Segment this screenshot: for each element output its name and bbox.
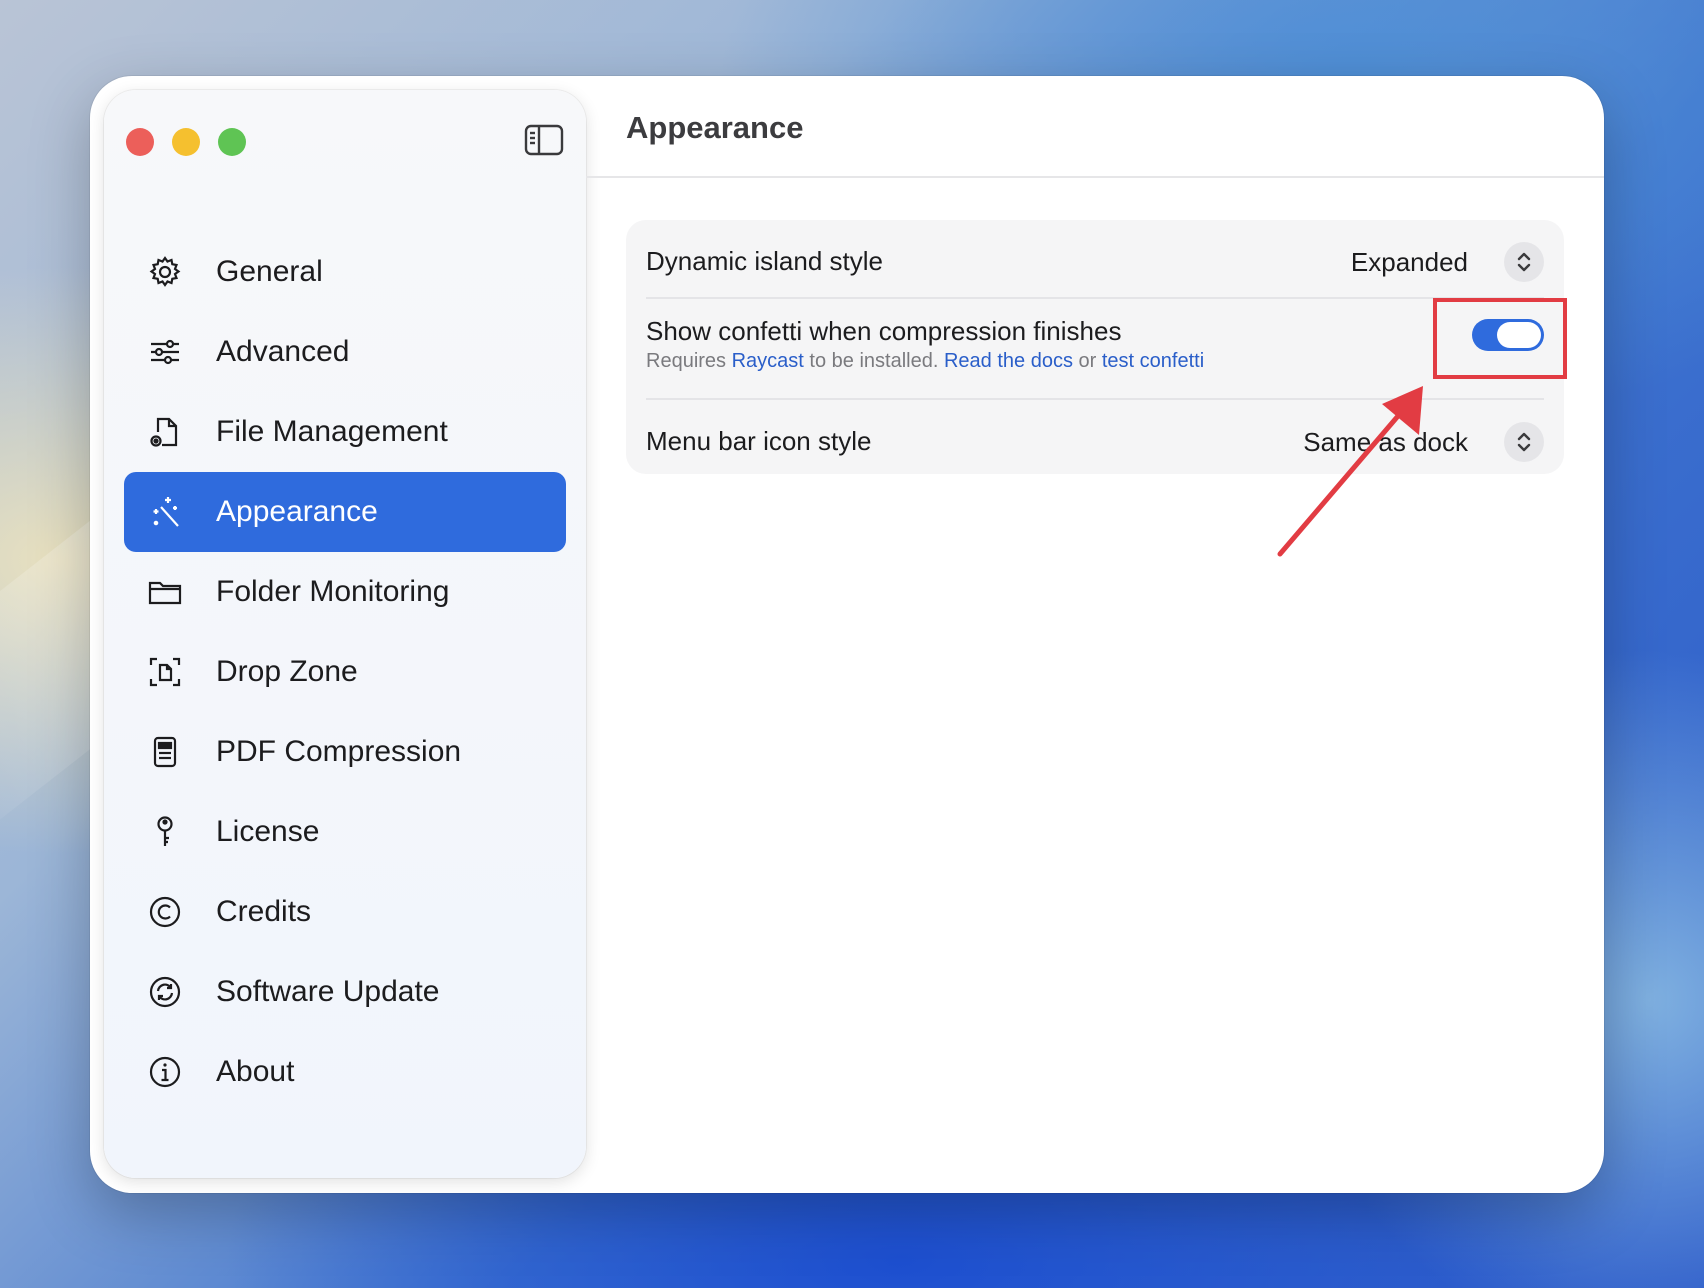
sidebar-item-file-management[interactable]: File Management <box>124 392 566 472</box>
folder-icon <box>148 575 182 609</box>
title-bar: Appearance <box>586 76 1604 178</box>
key-icon <box>148 815 182 849</box>
sidebar-item-pdf-compression[interactable]: PDF Compression <box>124 712 566 792</box>
sidebar-item-credits[interactable]: Credits <box>124 872 566 952</box>
chevron-up-down-icon[interactable] <box>1504 422 1544 462</box>
confetti-row: Show confetti when compression finishes … <box>646 316 1544 380</box>
settings-window: General Advanced File Management Appeara… <box>90 76 1604 1193</box>
sidebar-item-advanced[interactable]: Advanced <box>124 312 566 392</box>
menu-bar-icon-style-label: Menu bar icon style <box>646 426 872 456</box>
dynamic-island-style-value[interactable]: Expanded <box>1351 247 1468 278</box>
copyright-icon <box>148 895 182 929</box>
sidebar-item-label: License <box>216 815 320 848</box>
sliders-icon <box>148 335 182 369</box>
refresh-icon <box>148 975 182 1009</box>
confetti-label: Show confetti when compression finishes <box>646 316 1122 346</box>
info-icon <box>148 1055 182 1089</box>
page-title: Appearance <box>626 110 804 145</box>
sidebar-toggle-icon[interactable] <box>524 124 564 156</box>
sidebar-item-drop-zone[interactable]: Drop Zone <box>124 632 566 712</box>
drop-zone-icon <box>148 655 182 689</box>
sidebar-item-folder-monitoring[interactable]: Folder Monitoring <box>124 552 566 632</box>
sidebar-item-label: Credits <box>216 895 312 928</box>
sidebar-item-license[interactable]: License <box>124 792 566 872</box>
sidebar: General Advanced File Management Appeara… <box>104 90 586 1178</box>
magic-wand-icon <box>148 495 182 529</box>
zoom-window-button[interactable] <box>218 128 246 156</box>
sidebar-nav: General Advanced File Management Appeara… <box>124 232 566 1112</box>
sidebar-item-label: Appearance <box>216 495 378 528</box>
sidebar-item-appearance[interactable]: Appearance <box>124 472 566 552</box>
sidebar-item-general[interactable]: General <box>124 232 566 312</box>
dynamic-island-style-label: Dynamic island style <box>646 246 883 276</box>
sidebar-item-label: File Management <box>216 415 448 448</box>
confetti-description-or: or <box>1078 350 1097 372</box>
document-gear-icon <box>148 415 182 449</box>
confetti-description-prefix: Requires <box>646 350 727 372</box>
gear-icon <box>148 255 182 289</box>
annotation-arrow-icon <box>1277 386 1423 557</box>
read-docs-link[interactable]: Read the docs <box>944 350 1073 372</box>
confetti-description-middle: to be installed. <box>809 350 939 372</box>
raycast-link[interactable]: Raycast <box>732 350 804 372</box>
sidebar-item-label: Folder Monitoring <box>216 575 450 608</box>
sidebar-item-software-update[interactable]: Software Update <box>124 952 566 1032</box>
close-window-button[interactable] <box>126 128 154 156</box>
confetti-description: Requires Raycast to be installed. Read t… <box>646 350 1204 373</box>
pdf-document-icon <box>148 735 182 769</box>
dynamic-island-style-row: Dynamic island style Expanded <box>646 242 1544 282</box>
minimize-window-button[interactable] <box>172 128 200 156</box>
annotation-highlight-box <box>1433 298 1567 379</box>
sidebar-item-label: Drop Zone <box>216 655 358 688</box>
test-confetti-link[interactable]: test confetti <box>1102 350 1204 372</box>
sidebar-item-label: PDF Compression <box>216 735 462 768</box>
sidebar-item-label: General <box>216 255 323 288</box>
sidebar-item-label: Advanced <box>216 335 350 368</box>
chevron-up-down-icon[interactable] <box>1504 242 1544 282</box>
sidebar-item-label: About <box>216 1055 295 1088</box>
row-divider <box>646 297 1544 299</box>
sidebar-item-label: Software Update <box>216 975 440 1008</box>
sidebar-item-about[interactable]: About <box>124 1032 566 1112</box>
